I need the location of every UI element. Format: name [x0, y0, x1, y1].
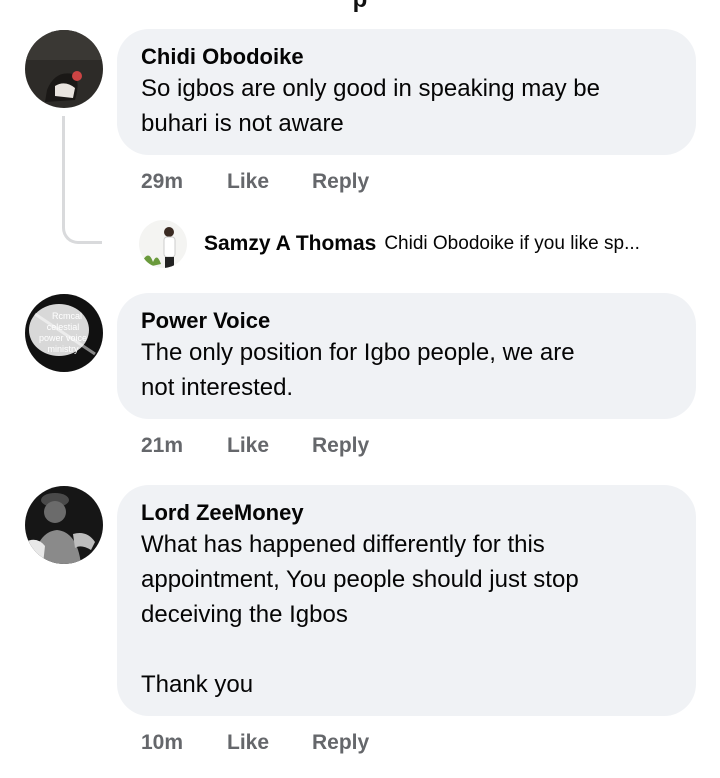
- profile-photo-icon: [25, 30, 103, 108]
- svg-text:celestial: celestial: [47, 322, 80, 332]
- svg-text:ministry: ministry: [48, 344, 79, 354]
- like-button[interactable]: Like: [227, 431, 312, 461]
- comment-text: The only position for Igbo people, we ar…: [141, 339, 575, 401]
- reply-button[interactable]: Reply: [312, 167, 369, 197]
- samzy-avatar[interactable]: [139, 220, 187, 268]
- comment-time[interactable]: 21m: [141, 431, 227, 461]
- comment-bubble[interactable]: Lord ZeeMoney What has happened differen…: [117, 485, 696, 716]
- comment-time[interactable]: 29m: [141, 167, 227, 197]
- reply-button[interactable]: Reply: [312, 431, 369, 461]
- page-logo-icon: Rcmcal celestial power voice ministry: [25, 294, 103, 372]
- lord-zeemoney-avatar[interactable]: [25, 486, 103, 564]
- reply-snippet: Chidi Obodoike if you like sp...: [384, 233, 640, 254]
- comment-bubble[interactable]: Power Voice The only position for Igbo p…: [117, 293, 696, 419]
- comment-text: So igbos are only good in speaking may b…: [141, 75, 600, 137]
- like-button[interactable]: Like: [227, 728, 312, 758]
- comment-author[interactable]: Power Voice: [141, 307, 672, 335]
- reply-thread-line: [62, 116, 102, 244]
- reply-button[interactable]: Reply: [312, 728, 369, 758]
- svg-text:power voice: power voice: [39, 333, 87, 343]
- like-button[interactable]: Like: [227, 167, 312, 197]
- cut-off-heading: p: [0, 0, 720, 14]
- comment-author[interactable]: Lord ZeeMoney: [141, 499, 672, 527]
- comment-actions: 29m Like Reply: [141, 167, 369, 197]
- comment-author[interactable]: Chidi Obodoike: [141, 43, 672, 71]
- comment-actions: 10m Like Reply: [141, 728, 369, 758]
- comment-bubble[interactable]: Chidi Obodoike So igbos are only good in…: [117, 29, 696, 155]
- power-voice-avatar[interactable]: Rcmcal celestial power voice ministry: [25, 294, 103, 372]
- reply-author[interactable]: Samzy A Thomas: [204, 232, 376, 256]
- comment-time[interactable]: 10m: [141, 728, 227, 758]
- profile-photo-icon: [139, 220, 187, 268]
- profile-photo-icon: [25, 486, 103, 564]
- comment-text: What has happened differently for this a…: [141, 531, 579, 698]
- reply-preview[interactable]: Samzy A Thomas Chidi Obodoike if you lik…: [139, 219, 699, 269]
- svg-text:Rcmcal: Rcmcal: [52, 311, 82, 321]
- comment-actions: 21m Like Reply: [141, 431, 369, 461]
- chidi-avatar[interactable]: [25, 30, 103, 108]
